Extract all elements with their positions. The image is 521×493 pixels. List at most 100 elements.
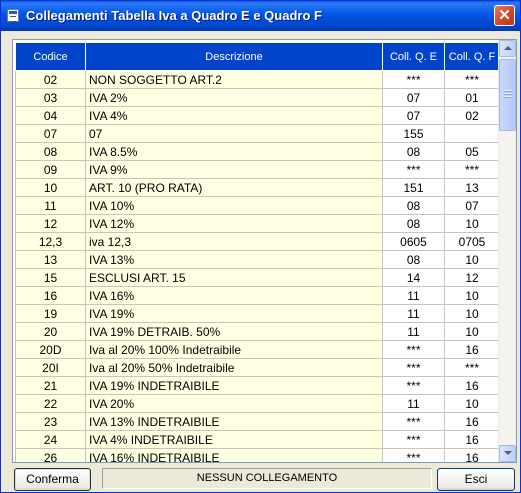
cell-coll-q-f[interactable]: 12	[444, 268, 500, 287]
cell-coll-q-f[interactable]: 05	[444, 142, 500, 161]
cell-coll-q-f[interactable]: 10	[444, 394, 500, 413]
cell-coll-q-e[interactable]: 08	[382, 214, 445, 233]
column-header-codice[interactable]: Codice	[15, 42, 86, 71]
table-row[interactable]: 20D Iva al 20% 100% Indetraibile *** 16	[15, 340, 500, 359]
cell-codice[interactable]: 22	[15, 394, 86, 413]
table-row[interactable]: 24 IVA 4% INDETRAIBILE *** 16	[15, 430, 500, 449]
table-row[interactable]: 02 NON SOGGETTO ART.2 *** ***	[15, 70, 500, 89]
cell-codice[interactable]: 03	[15, 88, 86, 107]
cell-coll-q-e[interactable]: ***	[382, 340, 445, 359]
cell-codice[interactable]: 19	[15, 304, 86, 323]
table-row[interactable]: 15 ESCLUSI ART. 15 14 12	[15, 268, 500, 287]
table-row[interactable]: 11 IVA 10% 08 07	[15, 196, 500, 215]
title-bar[interactable]: Collegamenti Tabella Iva a Quadro E e Qu…	[1, 1, 520, 31]
cell-descrizione[interactable]: IVA 13% INDETRAIBILE	[85, 412, 383, 431]
cell-coll-q-e[interactable]: 11	[382, 322, 445, 341]
cell-coll-q-f[interactable]	[444, 124, 500, 143]
scroll-thumb[interactable]	[499, 59, 516, 131]
cell-codice[interactable]: 23	[15, 412, 86, 431]
cell-coll-q-f[interactable]: 01	[444, 88, 500, 107]
cell-coll-q-e[interactable]: ***	[382, 376, 445, 395]
cell-codice[interactable]: 24	[15, 430, 86, 449]
cell-coll-q-f[interactable]: 16	[444, 376, 500, 395]
cell-coll-q-e[interactable]: 14	[382, 268, 445, 287]
cell-coll-q-e[interactable]: 08	[382, 250, 445, 269]
cell-coll-q-f[interactable]: 16	[444, 412, 500, 431]
cell-descrizione[interactable]: IVA 10%	[85, 196, 383, 215]
cell-coll-q-e[interactable]: 11	[382, 286, 445, 305]
cell-coll-q-f[interactable]: 02	[444, 106, 500, 125]
table-row[interactable]: 12 IVA 12% 08 10	[15, 214, 500, 233]
cell-coll-q-f[interactable]: 10	[444, 286, 500, 305]
cell-coll-q-f[interactable]: 16	[444, 430, 500, 449]
cell-coll-q-f[interactable]: 16	[444, 340, 500, 359]
cell-descrizione[interactable]: NON SOGGETTO ART.2	[85, 70, 383, 89]
cell-coll-q-f[interactable]: 0705	[444, 232, 500, 251]
cell-descrizione[interactable]: IVA 13%	[85, 250, 383, 269]
cell-coll-q-f[interactable]: 10	[444, 250, 500, 269]
cell-coll-q-e[interactable]: 08	[382, 196, 445, 215]
cell-descrizione[interactable]: IVA 19% DETRAIB. 50%	[85, 322, 383, 341]
cell-coll-q-e[interactable]: 0605	[382, 232, 445, 251]
exit-button[interactable]: Esci	[437, 468, 515, 491]
cell-descrizione[interactable]: IVA 4%	[85, 106, 383, 125]
table-row[interactable]: 03 IVA 2% 07 01	[15, 88, 500, 107]
cell-coll-q-e[interactable]: ***	[382, 70, 445, 89]
cell-coll-q-e[interactable]: 08	[382, 142, 445, 161]
cell-descrizione[interactable]: Iva al 20% 50% Indetraibile	[85, 358, 383, 377]
cell-descrizione[interactable]: IVA 16%	[85, 286, 383, 305]
table-row[interactable]: 04 IVA 4% 07 02	[15, 106, 500, 125]
cell-coll-q-e[interactable]: ***	[382, 448, 445, 462]
cell-coll-q-f[interactable]: ***	[444, 70, 500, 89]
cell-coll-q-e[interactable]: 151	[382, 178, 445, 197]
table-row[interactable]: 10 ART. 10 (PRO RATA) 151 13	[15, 178, 500, 197]
column-header-descrizione[interactable]: Descrizione	[85, 42, 383, 71]
confirm-button[interactable]: Conferma	[14, 468, 91, 491]
cell-coll-q-f[interactable]: 10	[444, 304, 500, 323]
table-row[interactable]: 12,3 iva 12,3 0605 0705	[15, 232, 500, 251]
table-row[interactable]: 21 IVA 19% INDETRAIBILE *** 16	[15, 376, 500, 395]
cell-coll-q-e[interactable]: 11	[382, 394, 445, 413]
cell-descrizione[interactable]: IVA 19%	[85, 304, 383, 323]
cell-coll-q-f[interactable]: ***	[444, 160, 500, 179]
cell-codice[interactable]: 11	[15, 196, 86, 215]
cell-descrizione[interactable]: 07	[85, 124, 383, 143]
cell-codice[interactable]: 20I	[15, 358, 86, 377]
table-row[interactable]: 07 07 155	[15, 124, 500, 143]
table-row[interactable]: 13 IVA 13% 08 10	[15, 250, 500, 269]
table-row[interactable]: 08 IVA 8.5% 08 05	[15, 142, 500, 161]
table-row[interactable]: 23 IVA 13% INDETRAIBILE *** 16	[15, 412, 500, 431]
cell-codice[interactable]: 13	[15, 250, 86, 269]
cell-coll-q-f[interactable]: ***	[444, 358, 500, 377]
cell-codice[interactable]: 12	[15, 214, 86, 233]
cell-coll-q-f[interactable]: 16	[444, 448, 500, 462]
column-header-coll-q-e[interactable]: Coll. Q. E	[382, 42, 445, 71]
cell-descrizione[interactable]: IVA 19% INDETRAIBILE	[85, 376, 383, 395]
cell-descrizione[interactable]: IVA 12%	[85, 214, 383, 233]
table-row[interactable]: 19 IVA 19% 11 10	[15, 304, 500, 323]
vertical-scrollbar[interactable]	[498, 40, 516, 462]
cell-coll-q-f[interactable]: 10	[444, 322, 500, 341]
cell-coll-q-f[interactable]: 07	[444, 196, 500, 215]
cell-coll-q-f[interactable]: 10	[444, 214, 500, 233]
table-row[interactable]: 26 IVA 16% INDETRAIBILE *** 16	[15, 448, 500, 462]
cell-coll-q-e[interactable]: ***	[382, 358, 445, 377]
cell-codice[interactable]: 02	[15, 70, 86, 89]
cell-descrizione[interactable]: IVA 16% INDETRAIBILE	[85, 448, 383, 462]
cell-descrizione[interactable]: IVA 4% INDETRAIBILE	[85, 430, 383, 449]
cell-descrizione[interactable]: iva 12,3	[85, 232, 383, 251]
scroll-down-button[interactable]	[499, 445, 516, 462]
cell-codice[interactable]: 20	[15, 322, 86, 341]
cell-coll-q-e[interactable]: ***	[382, 160, 445, 179]
cell-descrizione[interactable]: Iva al 20% 100% Indetraibile	[85, 340, 383, 359]
cell-descrizione[interactable]: ART. 10 (PRO RATA)	[85, 178, 383, 197]
cell-codice[interactable]: 26	[15, 448, 86, 462]
cell-codice[interactable]: 12,3	[15, 232, 86, 251]
cell-codice[interactable]: 20D	[15, 340, 86, 359]
close-button[interactable]: ✕	[494, 5, 515, 26]
cell-descrizione[interactable]: IVA 20%	[85, 394, 383, 413]
table-row[interactable]: 09 IVA 9% *** ***	[15, 160, 500, 179]
cell-codice[interactable]: 21	[15, 376, 86, 395]
cell-descrizione[interactable]: IVA 2%	[85, 88, 383, 107]
cell-descrizione[interactable]: ESCLUSI ART. 15	[85, 268, 383, 287]
